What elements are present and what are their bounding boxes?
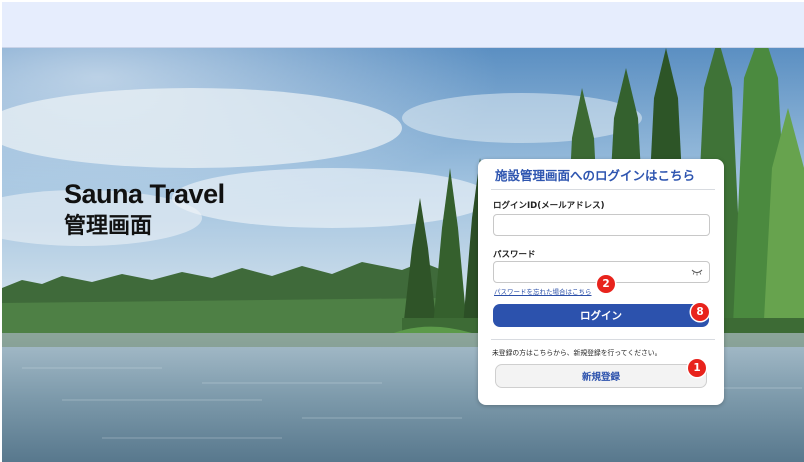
login-id-label: ログインID(メールアドレス) [493,201,605,211]
login-id-input[interactable] [493,214,710,236]
annotation-badge-login: 8 [691,303,709,321]
eye-closed-icon[interactable] [691,268,703,276]
top-header-bar [2,2,804,48]
brand-name: Sauna Travel [64,179,225,209]
brand-subtitle: 管理画面 [64,214,153,239]
annotation-badge-register: 1 [688,359,706,377]
register-note: 未登録の方はこちらから、新規登録を行ってください。 [492,349,662,357]
brand-block: Sauna Travel 管理画面 [64,178,225,244]
card-divider [491,189,715,190]
register-button[interactable]: 新規登録 [495,364,707,388]
login-card-title: 施設管理画面へのログインはこちら [495,168,696,183]
password-label: パスワード [493,250,536,260]
card-divider-bottom [491,339,715,340]
annotation-badge-forgot: 2 [597,275,615,293]
login-button[interactable]: ログイン [493,304,709,327]
forgot-password-link[interactable]: パスワードを忘れた場合はこちら [494,286,592,296]
